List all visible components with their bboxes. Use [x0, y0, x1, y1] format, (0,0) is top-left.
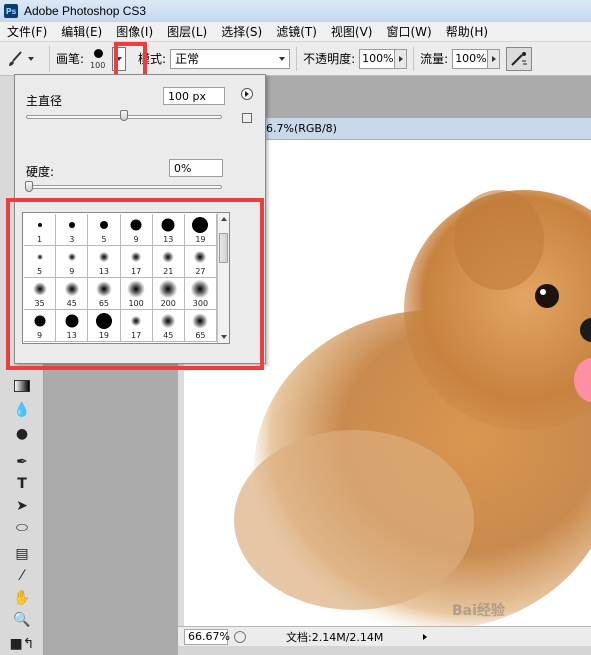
- menu-help[interactable]: 帮助(H): [439, 23, 495, 40]
- watermark: Bai经验: [452, 603, 505, 619]
- brush-icon: [9, 50, 22, 66]
- zoom-field[interactable]: 66.67%: [184, 628, 230, 645]
- brush-preview[interactable]: 100: [88, 45, 112, 73]
- menu-file[interactable]: 文件(F): [0, 23, 54, 40]
- master-diameter-input[interactable]: 100 px: [163, 87, 225, 105]
- master-diameter-slider-thumb[interactable]: [120, 110, 128, 121]
- menu-image[interactable]: 图像(I): [109, 23, 160, 40]
- chevron-down-icon: [279, 56, 286, 61]
- pen-tool[interactable]: ✒: [10, 452, 34, 472]
- arrow-right-icon: [398, 55, 403, 62]
- menu-select[interactable]: 选择(S): [214, 23, 269, 40]
- hand-icon: ✋: [13, 590, 31, 606]
- opacity-label: 不透明度:: [303, 52, 356, 66]
- arrow-pointer-icon: ➤: [16, 498, 28, 514]
- ellipse-icon: ⬭: [16, 520, 28, 536]
- save-preset-icon[interactable]: [242, 113, 252, 123]
- flow-slider-button[interactable]: [488, 48, 501, 69]
- pen-icon: ✒: [16, 454, 28, 470]
- menu-filter[interactable]: 滤镜(T): [269, 23, 324, 40]
- brush-size-value: 100: [90, 60, 106, 70]
- eyedropper-tool[interactable]: ⁄: [10, 566, 34, 586]
- horizontal-scrollbar[interactable]: [178, 646, 591, 655]
- hardness-slider[interactable]: [26, 185, 222, 189]
- flow-input[interactable]: 100%: [452, 48, 489, 69]
- options-bar: 画笔: 100 模式: 正常 不透明度: 100% 流量: 100%: [0, 42, 591, 76]
- menu-bar: 文件(F) 编辑(E) 图像(I) 图层(L) 选择(S) 滤镜(T) 视图(V…: [0, 22, 591, 42]
- master-diameter-label: 主直径: [26, 94, 63, 108]
- notes-tool[interactable]: ▤: [10, 544, 34, 564]
- menu-window[interactable]: 窗口(W): [379, 23, 438, 40]
- hardness-input[interactable]: 0%: [169, 159, 223, 177]
- dodge-tool[interactable]: ●: [10, 424, 34, 444]
- ellipse-tool[interactable]: ⬭: [10, 518, 34, 538]
- water-drop-icon: 💧: [13, 402, 31, 418]
- arrow-right-icon: [491, 55, 496, 62]
- gradient-tool[interactable]: [10, 376, 34, 396]
- gradient-icon: [14, 380, 30, 392]
- menu-edit[interactable]: 编辑(E): [54, 23, 109, 40]
- arrow-right-icon: [245, 91, 249, 97]
- status-bar: 66.67% 文档:2.14M/2.14M: [178, 626, 591, 646]
- divider: [296, 46, 298, 71]
- photoshop-logo-icon: Ps: [4, 4, 18, 18]
- tool-preset-picker[interactable]: [6, 45, 50, 72]
- flow-label: 流量:: [420, 52, 449, 66]
- note-icon: ▤: [15, 546, 29, 562]
- panel-menu-button[interactable]: [241, 88, 253, 100]
- highlight-box: [6, 198, 264, 370]
- zoom-tool[interactable]: 🔍: [10, 610, 34, 630]
- color-swatches[interactable]: ■↰: [9, 634, 35, 654]
- window-title: Adobe Photoshop CS3: [24, 4, 147, 18]
- status-arrow-icon[interactable]: [423, 633, 428, 640]
- document-size-info: 文档:2.14M/2.14M: [286, 630, 384, 644]
- magnifier-icon: 🔍: [13, 612, 31, 628]
- brush-tip-icon: [94, 48, 104, 58]
- title-bar: Ps Adobe Photoshop CS3: [0, 0, 591, 22]
- path-selection-tool[interactable]: ➤: [10, 496, 34, 516]
- type-tool[interactable]: T: [10, 474, 34, 494]
- type-icon: T: [17, 476, 27, 492]
- brush-label: 画笔:: [56, 52, 85, 66]
- dodge-icon: ●: [15, 426, 29, 442]
- menu-layer[interactable]: 图层(L): [160, 23, 214, 40]
- opacity-slider-button[interactable]: [395, 48, 408, 69]
- blur-tool[interactable]: 💧: [10, 400, 34, 420]
- hardness-slider-thumb[interactable]: [25, 181, 33, 192]
- swap-colors-icon: ■↰: [9, 636, 35, 652]
- chevron-down-icon: [28, 56, 34, 61]
- divider: [413, 46, 415, 71]
- airbrush-toggle[interactable]: [506, 46, 533, 71]
- eyedropper-icon: ⁄: [20, 568, 24, 584]
- menu-view[interactable]: 视图(V): [324, 23, 380, 40]
- opacity-input[interactable]: 100%: [359, 48, 396, 69]
- document-title: 6.7%(RGB/8): [266, 122, 337, 135]
- airbrush-icon: [511, 51, 528, 66]
- hand-tool[interactable]: ✋: [10, 588, 34, 608]
- mode-select[interactable]: 正常: [170, 48, 291, 69]
- mode-value: 正常: [175, 52, 200, 66]
- hardness-label: 硬度:: [26, 165, 55, 179]
- status-menu-icon[interactable]: [234, 630, 246, 643]
